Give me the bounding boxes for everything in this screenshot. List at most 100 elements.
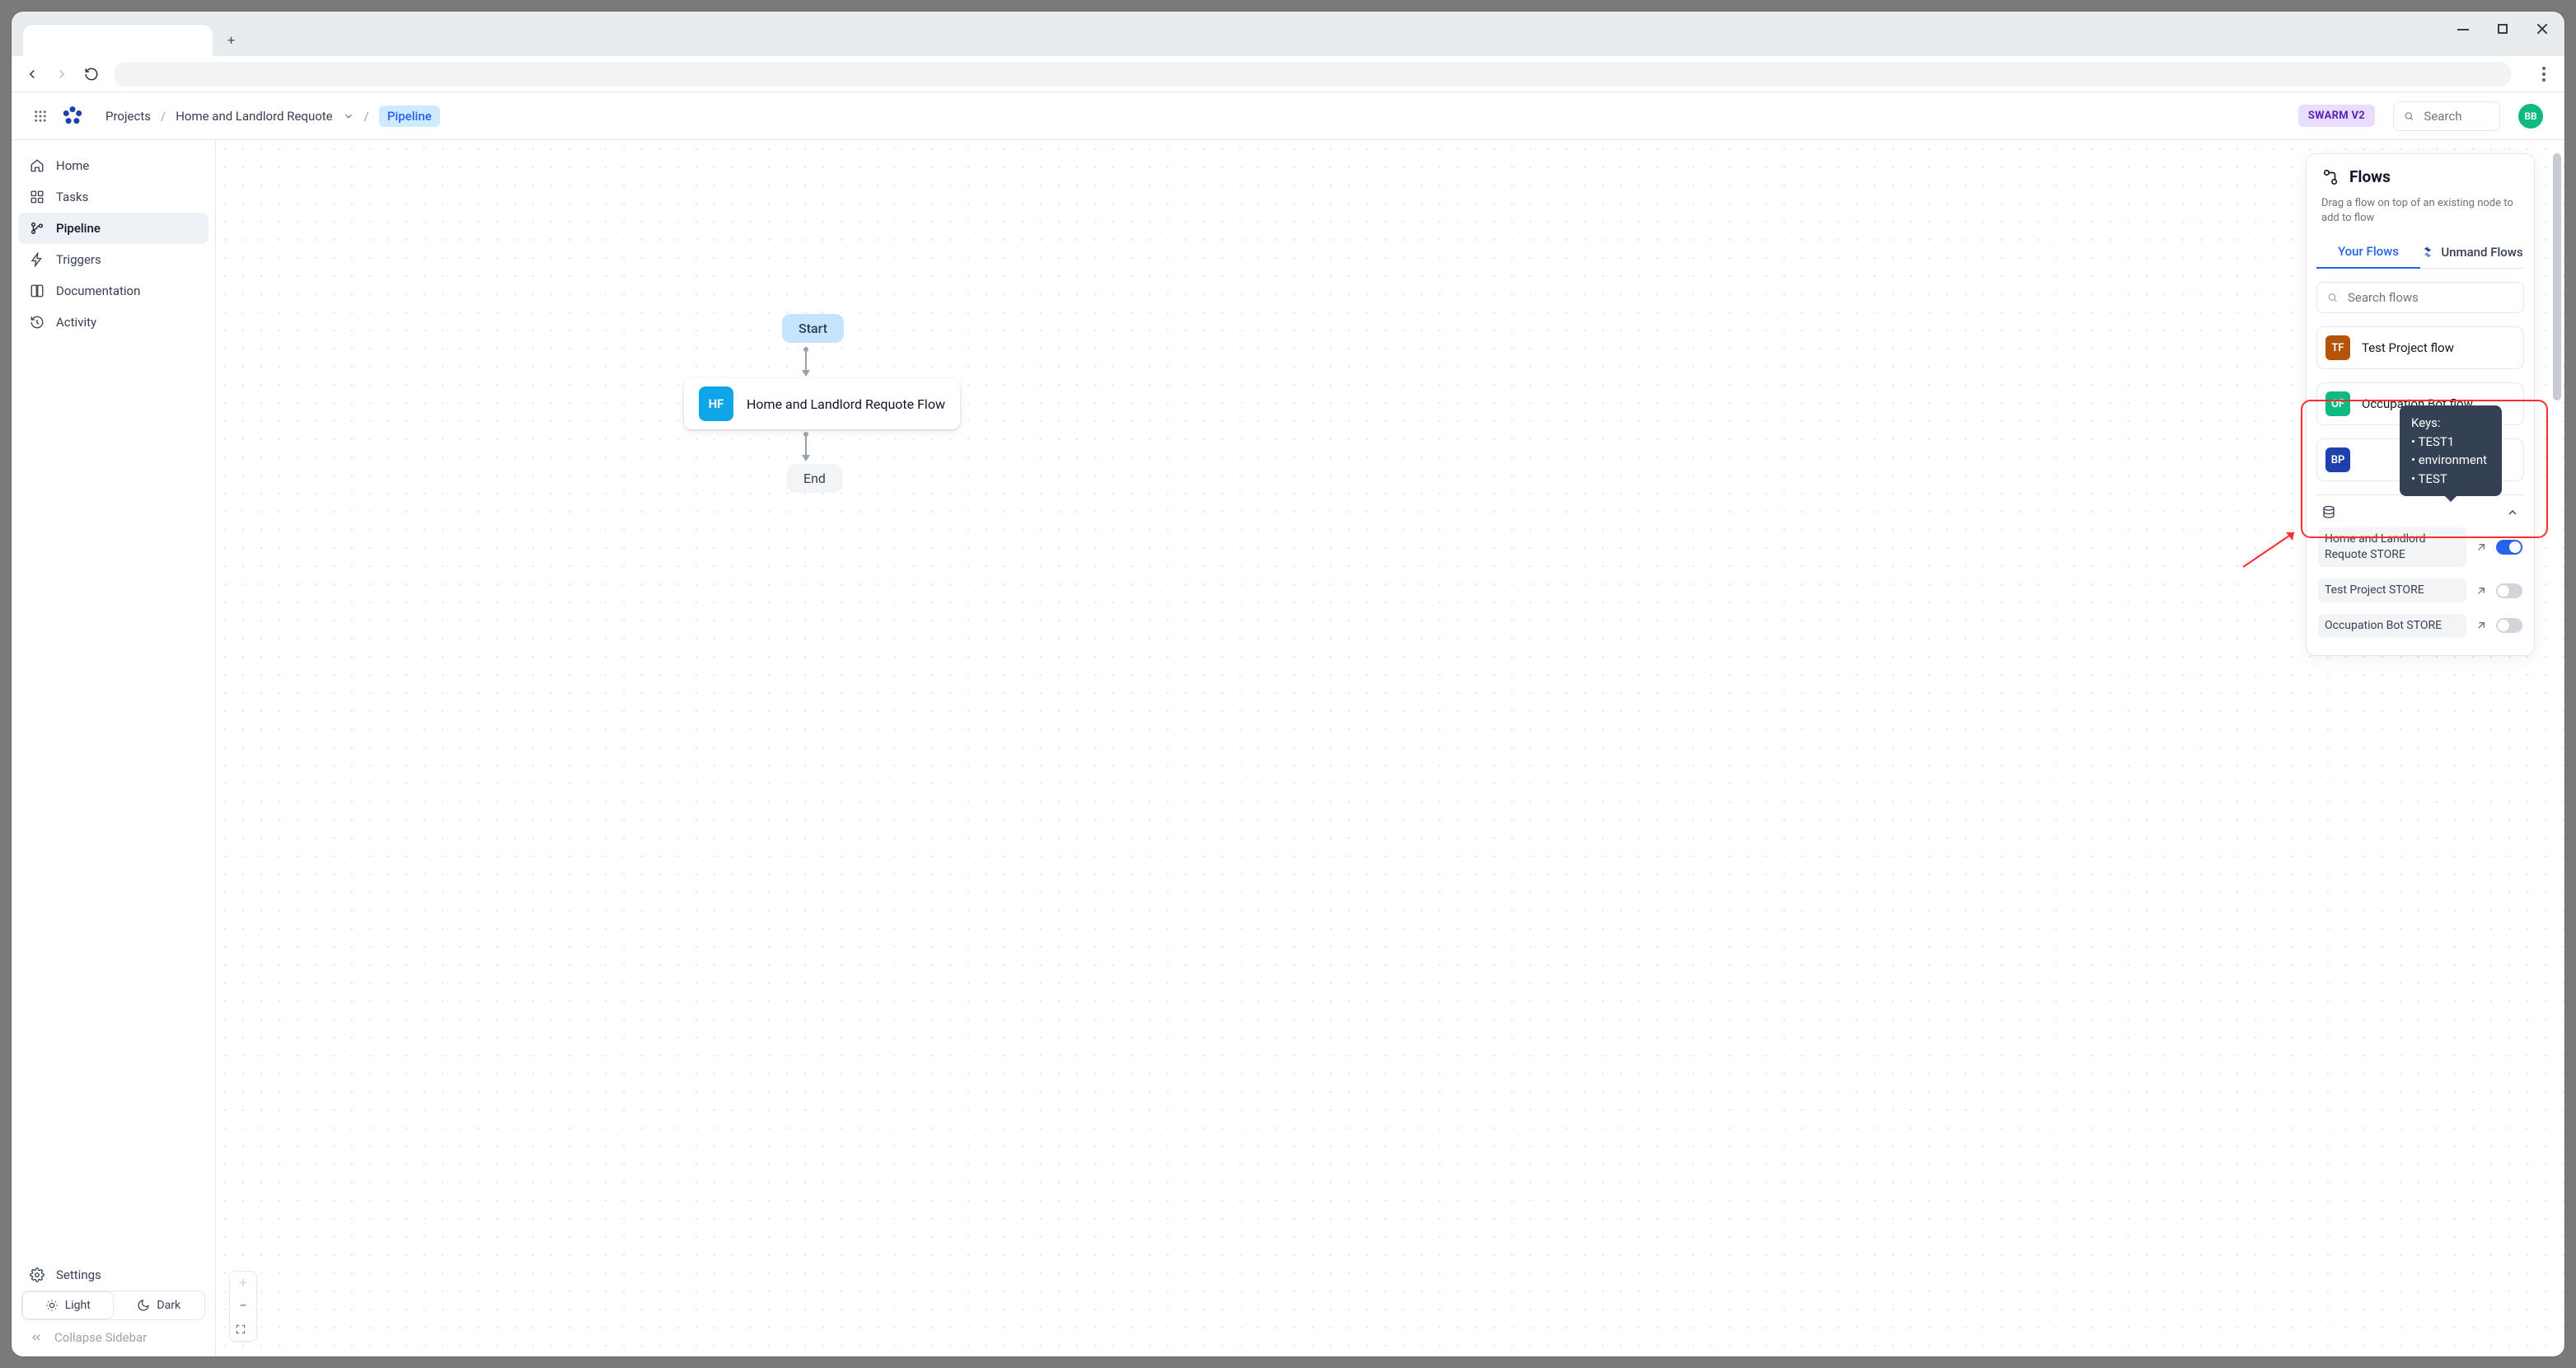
sidebar-item-label: Settings: [56, 1267, 101, 1282]
app-root: Projects / Home and Landlord Requote / P…: [12, 92, 2564, 1356]
sidebar-item-documentation[interactable]: Documentation: [18, 275, 208, 307]
store-toggle[interactable]: [2496, 583, 2522, 598]
open-external-icon[interactable]: [2475, 584, 2488, 597]
store-name[interactable]: Test Project STORE: [2318, 579, 2466, 602]
sidebar-item-label: Pipeline: [56, 221, 101, 236]
breadcrumb-separator: /: [364, 109, 369, 124]
tab-label: Your Flows: [2338, 244, 2399, 259]
sidebar-item-label: Tasks: [56, 190, 88, 204]
user-avatar[interactable]: BB: [2518, 104, 2543, 129]
branch-icon: [30, 221, 44, 236]
zoom-controls: + −: [229, 1271, 257, 1342]
open-external-icon[interactable]: [2475, 541, 2488, 554]
browser-toolbar: [12, 56, 2564, 92]
fullscreen-button[interactable]: [230, 1318, 256, 1341]
flow-label: Test Project flow: [2362, 340, 2454, 355]
header-right: SWARM V2 BB: [2298, 101, 2543, 131]
global-search[interactable]: [2393, 101, 2500, 131]
app-launcher-icon[interactable]: [33, 109, 48, 124]
sidebar-item-pipeline[interactable]: Pipeline: [18, 213, 208, 244]
grid-icon: [30, 190, 44, 204]
global-search-input[interactable]: [2422, 108, 2489, 124]
scrollbar-thumb[interactable]: [2553, 153, 2561, 401]
edge-arrow-icon: [802, 370, 810, 377]
theme-toggle: Light Dark: [21, 1291, 205, 1320]
edge-line: [805, 437, 807, 455]
sidebar-item-label: Activity: [56, 315, 96, 330]
flows-search-input[interactable]: [2346, 289, 2513, 306]
tooltip-key: • TEST1: [2411, 433, 2490, 452]
maximize-icon[interactable]: [2497, 23, 2508, 35]
pipeline-flow-node[interactable]: HF Home and Landlord Requote Flow: [684, 378, 960, 429]
minimize-icon[interactable]: [2457, 23, 2469, 35]
store-row: Test Project STORE: [2316, 573, 2524, 608]
expand-icon: [235, 1323, 246, 1335]
collapse-sidebar-button[interactable]: Collapse Sidebar: [18, 1320, 208, 1347]
sidebar: Home Tasks Pipeline Triggers: [12, 140, 216, 1356]
edge-line: [805, 352, 807, 370]
bolt-icon: [30, 252, 44, 267]
flow-avatar: BP: [2325, 447, 2350, 472]
scrollbar[interactable]: [2551, 140, 2563, 1356]
search-icon: [2327, 291, 2338, 304]
flow-card[interactable]: TF Test Project flow: [2316, 326, 2524, 369]
pipeline-canvas[interactable]: [216, 140, 2564, 1356]
tab-unmand-flows[interactable]: Unmand Flows: [2420, 237, 2524, 268]
canvas-area: Start HF Home and Landlord Requote Flow: [216, 140, 2564, 1356]
search-icon: [2404, 110, 2414, 123]
theme-dark-button[interactable]: Dark: [114, 1291, 205, 1319]
app-header: Projects / Home and Landlord Requote / P…: [12, 92, 2564, 140]
keys-tooltip: Keys: • TEST1 • environment • TEST: [2400, 405, 2502, 496]
browser-menu-button[interactable]: [2536, 67, 2551, 82]
unmand-icon: [2421, 246, 2434, 259]
edge-arrow-icon: [802, 455, 810, 461]
back-button[interactable]: [25, 67, 40, 82]
version-badge: SWARM V2: [2298, 105, 2375, 127]
stores-header[interactable]: [2316, 504, 2524, 522]
window-controls: [2457, 23, 2548, 35]
open-external-icon[interactable]: [2475, 619, 2488, 632]
breadcrumb-project[interactable]: Home and Landlord Requote: [176, 109, 332, 124]
sidebar-item-activity[interactable]: Activity: [18, 307, 208, 338]
stores-section: Home and Landlord Requote STORE Test Pro…: [2316, 494, 2524, 644]
theme-light-button[interactable]: Light: [22, 1291, 114, 1319]
node-label: End: [803, 471, 826, 486]
product-logo-icon[interactable]: [61, 105, 84, 128]
forward-button[interactable]: [54, 67, 69, 82]
chevron-down-icon[interactable]: [343, 110, 354, 122]
breadcrumb-current: Pipeline: [379, 105, 440, 127]
pipeline-start-node[interactable]: Start: [782, 314, 844, 343]
tab-your-flows[interactable]: Your Flows: [2316, 237, 2420, 269]
plus-icon: +: [227, 32, 235, 48]
zoom-in-button[interactable]: +: [230, 1272, 256, 1295]
tab-strip: +: [12, 12, 2564, 56]
browser-tab[interactable]: [23, 25, 213, 56]
moon-icon: [137, 1299, 150, 1312]
address-bar[interactable]: [114, 62, 2512, 87]
flows-panel-tabs: Your Flows Unmand Flows: [2316, 237, 2524, 269]
app-body: Home Tasks Pipeline Triggers: [12, 140, 2564, 1356]
reload-button[interactable]: [84, 67, 99, 82]
sidebar-item-settings[interactable]: Settings: [18, 1259, 208, 1291]
flows-search: [2316, 282, 2524, 313]
device-frame: +: [0, 0, 2576, 1368]
tooltip-key: • environment: [2411, 451, 2490, 470]
store-name[interactable]: Occupation Bot STORE: [2318, 614, 2466, 638]
store-toggle[interactable]: [2496, 540, 2522, 555]
zoom-out-button[interactable]: −: [230, 1295, 256, 1318]
breadcrumb-root[interactable]: Projects: [105, 109, 151, 124]
sidebar-item-tasks[interactable]: Tasks: [18, 181, 208, 213]
flows-panel-subtitle: Drag a flow on top of an existing node t…: [2316, 193, 2524, 227]
new-tab-button[interactable]: +: [227, 32, 235, 48]
sun-icon: [45, 1299, 59, 1312]
close-icon[interactable]: [2536, 23, 2548, 35]
sidebar-item-home[interactable]: Home: [18, 150, 208, 181]
breadcrumb-separator: /: [161, 109, 166, 124]
store-toggle[interactable]: [2496, 618, 2522, 633]
store-name[interactable]: Home and Landlord Requote STORE: [2318, 527, 2466, 567]
node-avatar: HF: [699, 387, 733, 421]
sidebar-item-triggers[interactable]: Triggers: [18, 244, 208, 275]
tooltip-key: • TEST: [2411, 470, 2490, 489]
tab-label: Unmand Flows: [2441, 245, 2522, 260]
pipeline-end-node[interactable]: End: [787, 464, 842, 493]
